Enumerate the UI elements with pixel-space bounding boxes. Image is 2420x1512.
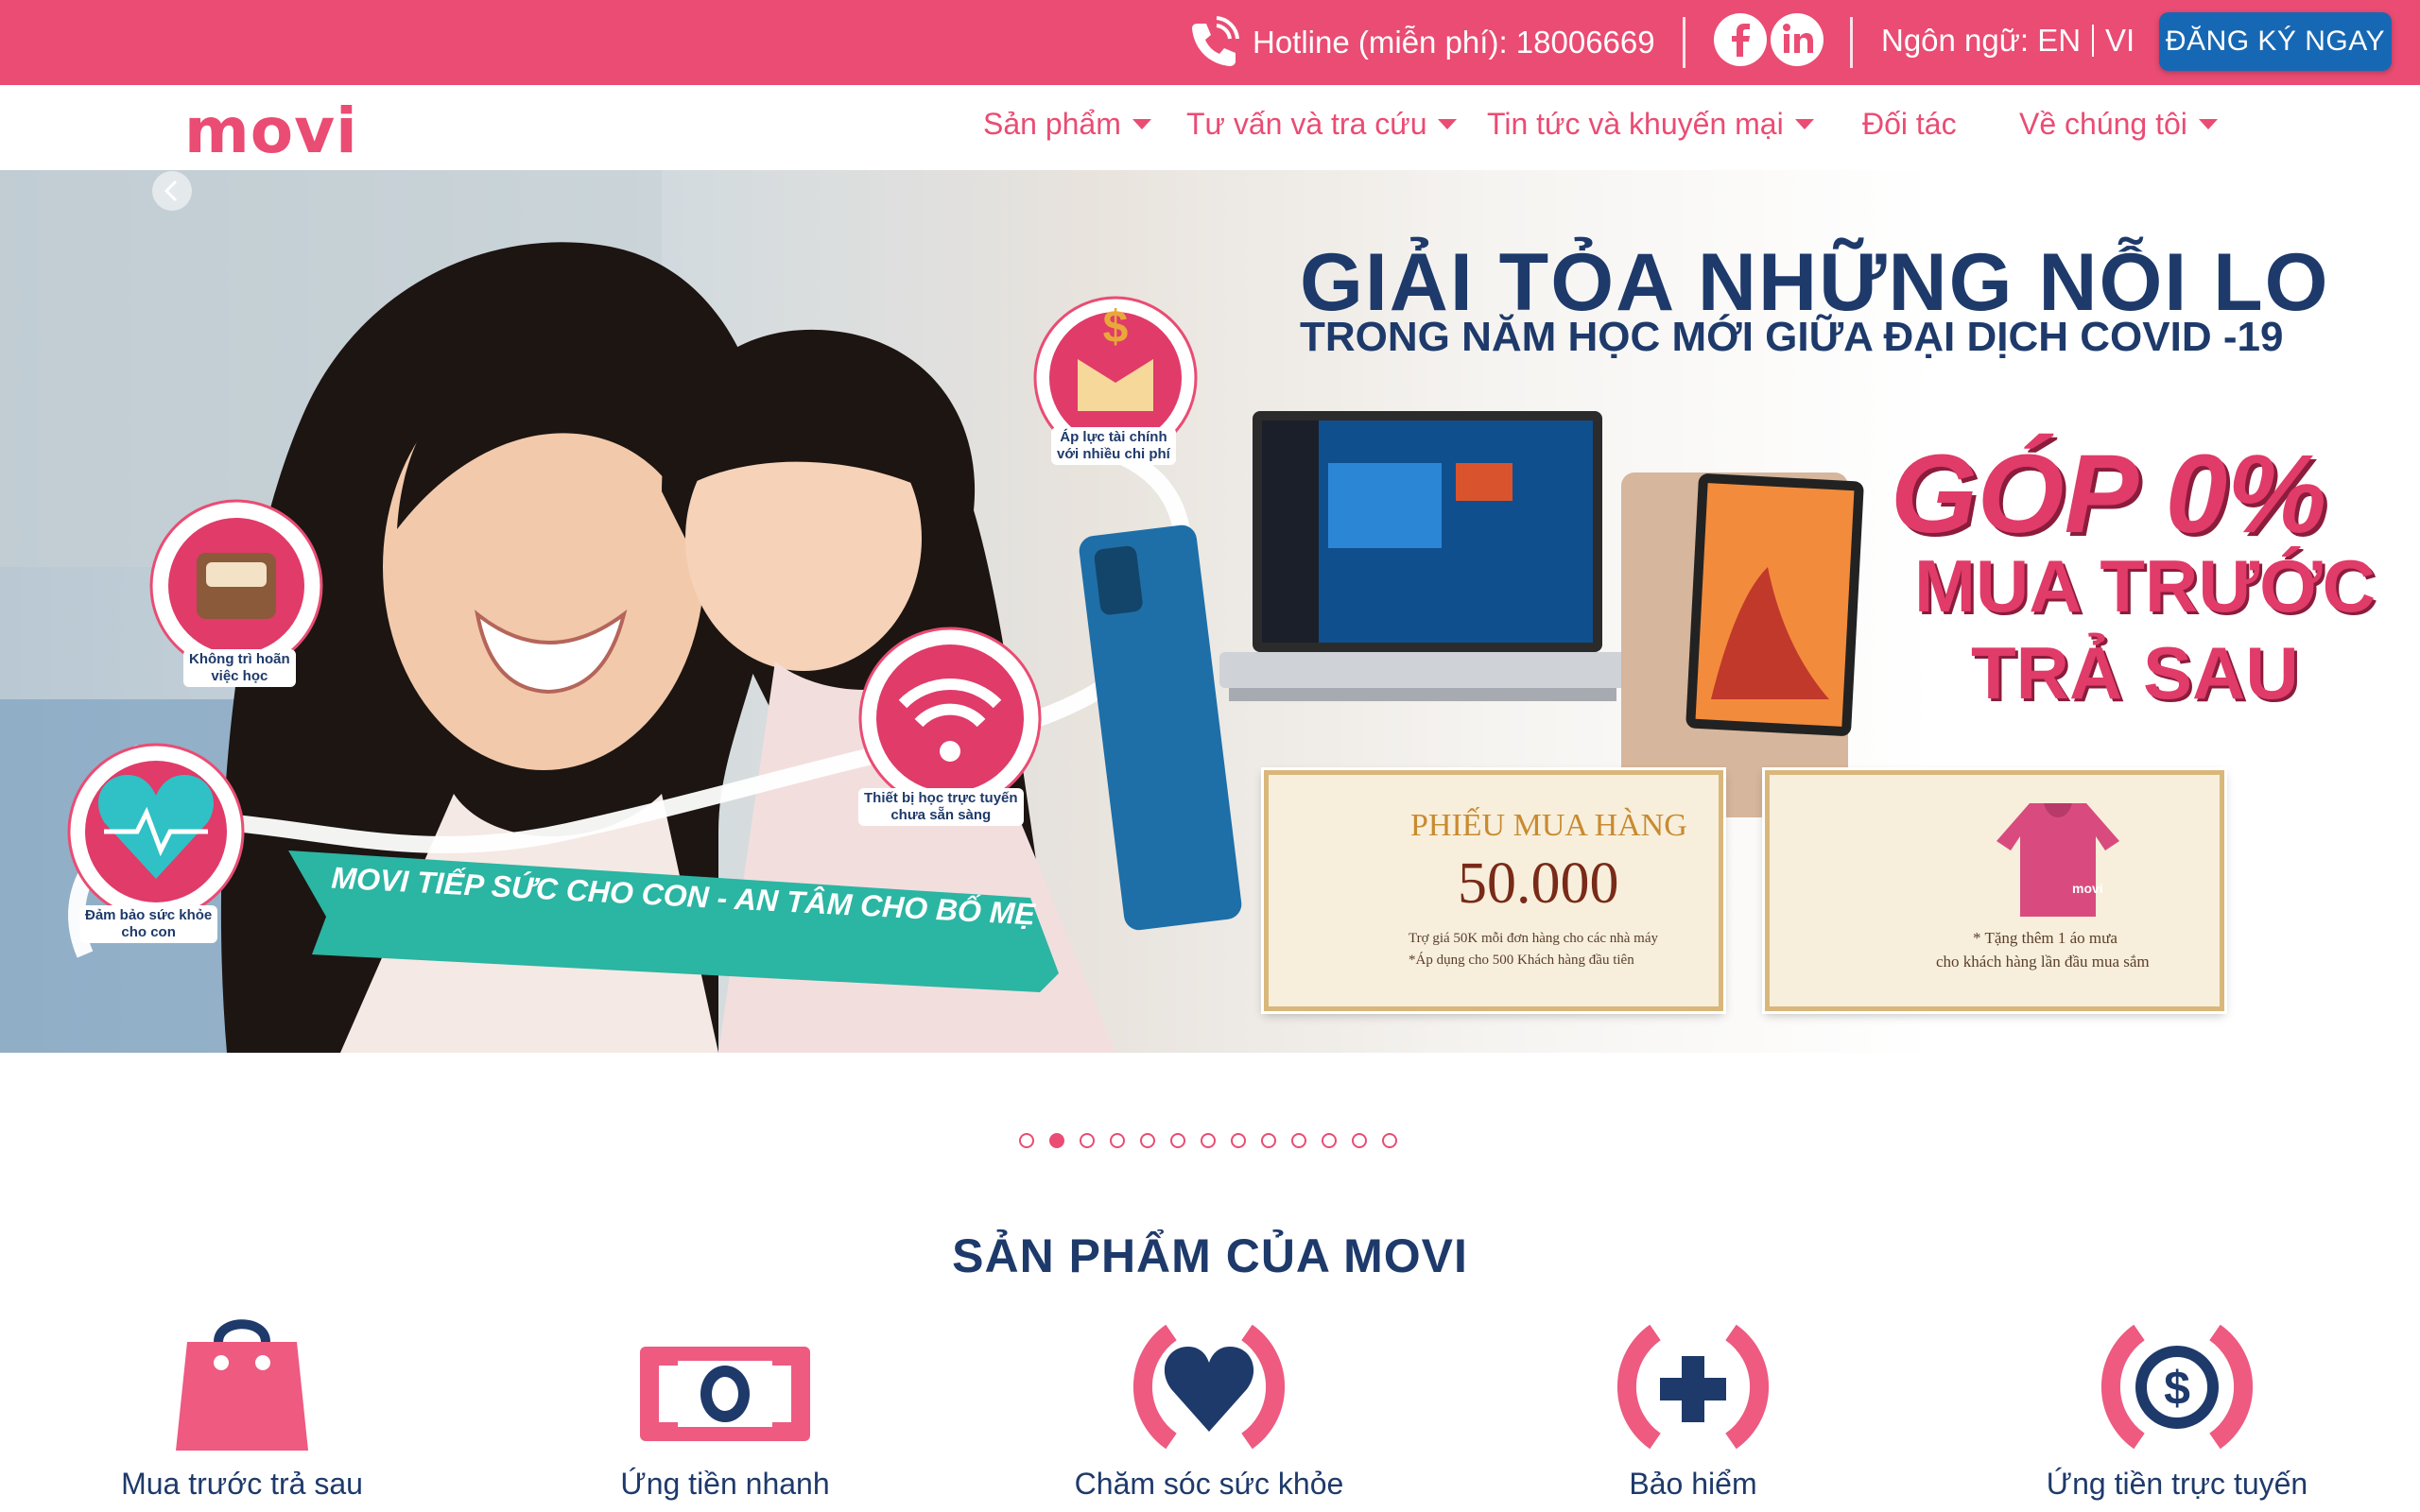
voucher-note: *Áp dụng cho 500 Khách hàng đầu tiên <box>1409 953 1634 968</box>
shopping-bag-icon <box>176 1319 308 1451</box>
nav-item-products[interactable]: Sản phẩm <box>983 107 1151 142</box>
hero-promo-line3: TRẢ SAU <box>1971 631 2299 714</box>
hero-promo-line2: MUA TRƯỚC <box>1914 544 2376 627</box>
product-label: Ứng tiền trực tuyến <box>2046 1467 2308 1501</box>
hero-subtitle: TRONG NĂM HỌC MỚI GIỮA ĐẠI DỊCH COVID -1… <box>1300 314 2284 360</box>
product-buy-now-pay-later[interactable]: Mua trước trả sau <box>100 1314 384 1501</box>
gift-note: * Tặng thêm 1 áo mưa <box>1973 929 2118 947</box>
bubble-label: Không trì hoãn việc học <box>183 649 296 687</box>
voucher-title: PHIẾU MUA HÀNG <box>1410 808 1687 843</box>
nav-item-label: Sản phẩm <box>983 107 1121 141</box>
bubble-label: Thiết bị học trực tuyến chưa sẵn sàng <box>858 788 1024 826</box>
product-health-care[interactable]: Chăm sóc sức khỏe <box>1067 1314 1351 1501</box>
carousel-dot[interactable] <box>1080 1133 1095 1148</box>
voucher-amount: 50.000 <box>1458 851 1619 916</box>
hotline-text: Hotline (miễn phí): 18006669 <box>1253 25 1655 60</box>
carousel-dot[interactable] <box>1291 1133 1306 1148</box>
nav-item-label: Tin tức và khuyến mại <box>1487 107 1784 141</box>
carousel-dot[interactable] <box>1201 1133 1216 1148</box>
nav-item-label: Tư vấn và tra cứu <box>1186 107 1427 141</box>
carousel-dot[interactable] <box>1322 1133 1337 1148</box>
bubble-label-line: cho con <box>121 924 176 940</box>
linkedin-icon[interactable] <box>1771 13 1824 66</box>
raincoat-logo: movi <box>2072 881 2103 896</box>
next-slide-icon[interactable] <box>2226 170 2268 212</box>
voucher-card: PHIẾU MUA HÀNG 50.000 Trợ giá 50K mỗi đơ… <box>1264 770 1723 1011</box>
carousel-dot[interactable] <box>1231 1133 1246 1148</box>
products-title: SẢN PHẨM CỦA MOVI <box>952 1229 1468 1282</box>
logo[interactable]: movi <box>184 94 358 167</box>
divider <box>1683 17 1685 68</box>
carousel-dots <box>1019 1133 1397 1148</box>
nav-item-news[interactable]: Tin tức và khuyến mại <box>1487 107 1814 142</box>
voucher-note: Trợ giá 50K mỗi đơn hàng cho các nhà máy <box>1409 931 1659 946</box>
facebook-icon[interactable] <box>1714 13 1767 66</box>
caret-down-icon <box>1794 119 1814 129</box>
carousel-dot[interactable] <box>1049 1133 1064 1148</box>
dollar-online-icon: $ <box>2100 1324 2254 1450</box>
nav-item-label: Đối tác <box>1862 107 1957 141</box>
product-online-advance[interactable]: $ Ứng tiền trực tuyến <box>2035 1314 2319 1501</box>
carousel-dot[interactable] <box>1352 1133 1367 1148</box>
product-label: Mua trước trả sau <box>121 1467 363 1501</box>
banknote-icon <box>640 1347 810 1441</box>
bubble-label: Đảm bảo sức khỏe cho con <box>79 905 218 943</box>
carousel-dot[interactable] <box>1382 1133 1397 1148</box>
carousel-dot[interactable] <box>1261 1133 1276 1148</box>
product-label: Chăm sóc sức khỏe <box>1074 1467 1344 1501</box>
hero-banner[interactable]: $ GIẢI TỎA NHỮNG NỖI LO TRONG NĂM HỌC MỚ… <box>0 170 2420 1053</box>
heart-care-icon <box>1132 1324 1286 1450</box>
language-label: Ngôn ngữ: <box>1881 23 2030 58</box>
carousel-dot[interactable] <box>1019 1133 1034 1148</box>
register-button[interactable]: ĐĂNG KÝ NGAY <box>2159 12 2392 71</box>
top-bar: Hotline (miễn phí): 18006669 Ngôn ngữ: E… <box>0 0 2420 85</box>
product-fast-advance[interactable]: Ứng tiền nhanh <box>583 1314 867 1501</box>
nav-item-consulting[interactable]: Tư vấn và tra cứu <box>1186 107 1458 142</box>
bubble-label-line: việc học <box>211 668 268 684</box>
lang-vi-link[interactable]: VI <box>2105 23 2135 59</box>
divider <box>2092 25 2095 57</box>
phone-icon <box>1192 16 1239 66</box>
carousel-dot[interactable] <box>1170 1133 1185 1148</box>
svg-text:$: $ <box>1103 302 1129 352</box>
nav-item-about[interactable]: Về chúng tôi <box>2019 107 2218 142</box>
nav-item-partners[interactable]: Đối tác <box>1862 107 1957 142</box>
product-insurance[interactable]: Bảo hiểm <box>1551 1314 1835 1501</box>
caret-down-icon <box>2198 119 2218 129</box>
raincoat-icon <box>1996 803 2119 917</box>
nav-item-label: Về chúng tôi <box>2019 107 2187 141</box>
caret-down-icon <box>1132 119 1151 129</box>
divider <box>1850 17 1853 68</box>
bubble-label: Áp lực tài chính với nhiều chi phí <box>1051 427 1176 465</box>
gift-note: cho khách hàng lần đầu mua sắm <box>1936 953 2150 971</box>
prev-slide-icon[interactable] <box>151 170 193 212</box>
hotline[interactable]: Hotline (miễn phí): 18006669 <box>1186 16 1655 66</box>
bubble-label-line: Đảm bảo sức khỏe <box>85 907 213 923</box>
bubble-label-line: Thiết bị học trực tuyến <box>864 790 1018 806</box>
hero-promo-line1: GÓP 0% <box>1891 432 2327 557</box>
language-switcher: Ngôn ngữ: EN VI <box>1881 23 2135 59</box>
carousel-dot[interactable] <box>1110 1133 1125 1148</box>
svg-text:$: $ <box>2164 1362 2190 1415</box>
caret-down-icon <box>1438 119 1458 129</box>
gift-card: movi * Tặng thêm 1 áo mưa cho khách hàng… <box>1765 770 2224 1011</box>
product-label: Ứng tiền nhanh <box>620 1467 830 1501</box>
plus-shield-icon <box>1616 1324 1770 1450</box>
carousel-dot[interactable] <box>1140 1133 1155 1148</box>
bubble-label-line: Không trì hoãn <box>189 651 290 667</box>
bubble-label-line: chưa sẵn sàng <box>890 807 992 823</box>
product-label: Bảo hiểm <box>1629 1467 1757 1501</box>
lang-en-link[interactable]: EN <box>2037 23 2081 59</box>
bubble-label-line: với nhiều chi phí <box>1057 446 1170 462</box>
bubble-label-line: Áp lực tài chính <box>1060 429 1167 445</box>
